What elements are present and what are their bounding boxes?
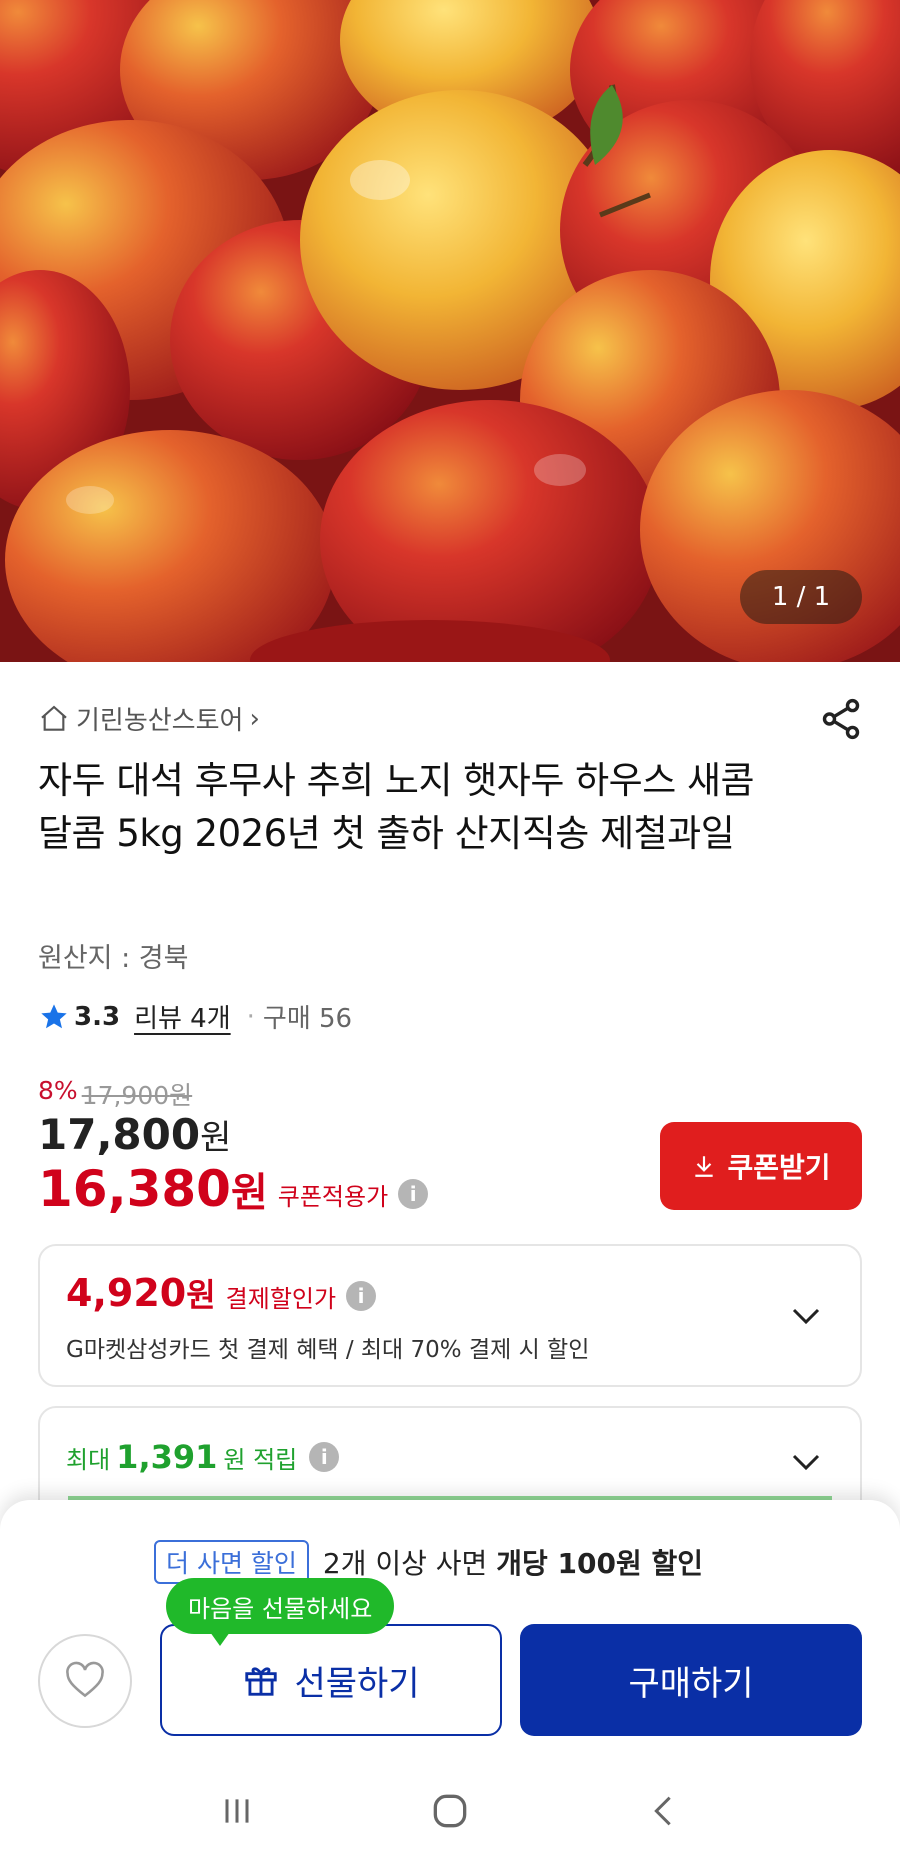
product-title: 자두 대석 후무사 추희 노지 햇자두 하우스 새콤달콤 5kg 2026년 첫… [38, 759, 755, 855]
points-suffix: 원 적립 [223, 1445, 298, 1474]
review-link[interactable]: 리뷰 4개 [134, 998, 231, 1035]
points-row: 최대 1,391 원 적립 i [66, 1438, 340, 1476]
points-prefix: 최대 [66, 1445, 111, 1474]
rating-row: 3.3 리뷰 4개 · 구매 56 [38, 998, 352, 1035]
store-name: 기린농산스토어 [76, 706, 244, 736]
store-link[interactable]: 기린농산스토어 › [38, 700, 260, 737]
payment-price: 4,920원 [66, 1271, 216, 1315]
rating-score: 3.3 [74, 1001, 121, 1032]
get-coupon-button[interactable]: 쿠폰받기 [660, 1122, 862, 1210]
coupon-price: 16,380원 [38, 1160, 268, 1218]
heart-icon [66, 1661, 104, 1698]
product-detail-page: 1 / 1 기린농산스토어 › 자두 대석 후무사 추희 노지 햇자두 하우스 … [0, 0, 900, 1866]
info-icon[interactable]: i [346, 1281, 377, 1311]
product-origin: 원산지 : 경북 [38, 943, 189, 974]
points-amount: 1,391 [116, 1438, 218, 1476]
bulk-discount-text: 2개 이상 사면 개당 100원 할인 [322, 1547, 703, 1580]
payment-discount-card[interactable]: 4,920원 결제할인가 i G마켓삼성카드 첫 결제 혜택 / 최대 70% … [38, 1244, 862, 1387]
recents-icon [225, 1799, 249, 1823]
back-icon [654, 1796, 672, 1826]
gift-tooltip: 마음을 선물하세요 [166, 1578, 395, 1646]
chevron-down-icon[interactable] [788, 1298, 824, 1334]
wishlist-button[interactable] [38, 1634, 132, 1728]
purchase-bottom-sheet: 더 사면 할인 2개 이상 사면 개당 100원 할인 선물하기 마음을 선물하… [0, 1500, 900, 1866]
info-icon[interactable]: i [398, 1179, 429, 1209]
share-icon[interactable] [818, 696, 864, 742]
recents-button[interactable] [207, 1781, 267, 1841]
home-circle-icon [433, 1794, 467, 1828]
chevron-down-icon[interactable] [788, 1444, 824, 1480]
coupon-price-label: 쿠폰적용가 [277, 1182, 389, 1211]
payment-price-label: 결제할인가 [225, 1284, 337, 1313]
star-icon [41, 1003, 67, 1028]
sale-price: 17,800원 [38, 1110, 232, 1159]
gift-icon [245, 1667, 278, 1696]
store-arrow: › [249, 703, 260, 734]
buy-button[interactable]: 구매하기 [520, 1624, 862, 1736]
original-price: 17,900원 [81, 1081, 193, 1110]
system-nav-bar [0, 1756, 900, 1866]
download-icon [695, 1156, 714, 1177]
back-button[interactable] [633, 1781, 693, 1841]
coupon-price-row: 16,380원 쿠폰적용가 i [38, 1160, 429, 1218]
image-counter: 1 / 1 [740, 570, 862, 624]
purchase-count: 구매 56 [262, 1004, 353, 1034]
discount-row: 8% 17,900원 [38, 1076, 192, 1112]
home-button[interactable] [420, 1781, 480, 1841]
plums-illustration [0, 0, 900, 662]
card-benefit-text: G마켓삼성카드 첫 결제 혜택 / 최대 70% 결제 시 할인 [66, 1337, 590, 1363]
separator-dot: · [246, 1001, 255, 1032]
get-coupon-label: 쿠폰받기 [727, 1151, 831, 1184]
info-icon[interactable]: i [309, 1442, 340, 1472]
gift-label: 선물하기 [294, 1663, 420, 1704]
discount-rate: 8% [38, 1076, 78, 1105]
product-image[interactable]: 1 / 1 [0, 0, 900, 662]
home-icon [41, 705, 67, 731]
payment-price-row: 4,920원 결제할인가 i [66, 1270, 377, 1316]
